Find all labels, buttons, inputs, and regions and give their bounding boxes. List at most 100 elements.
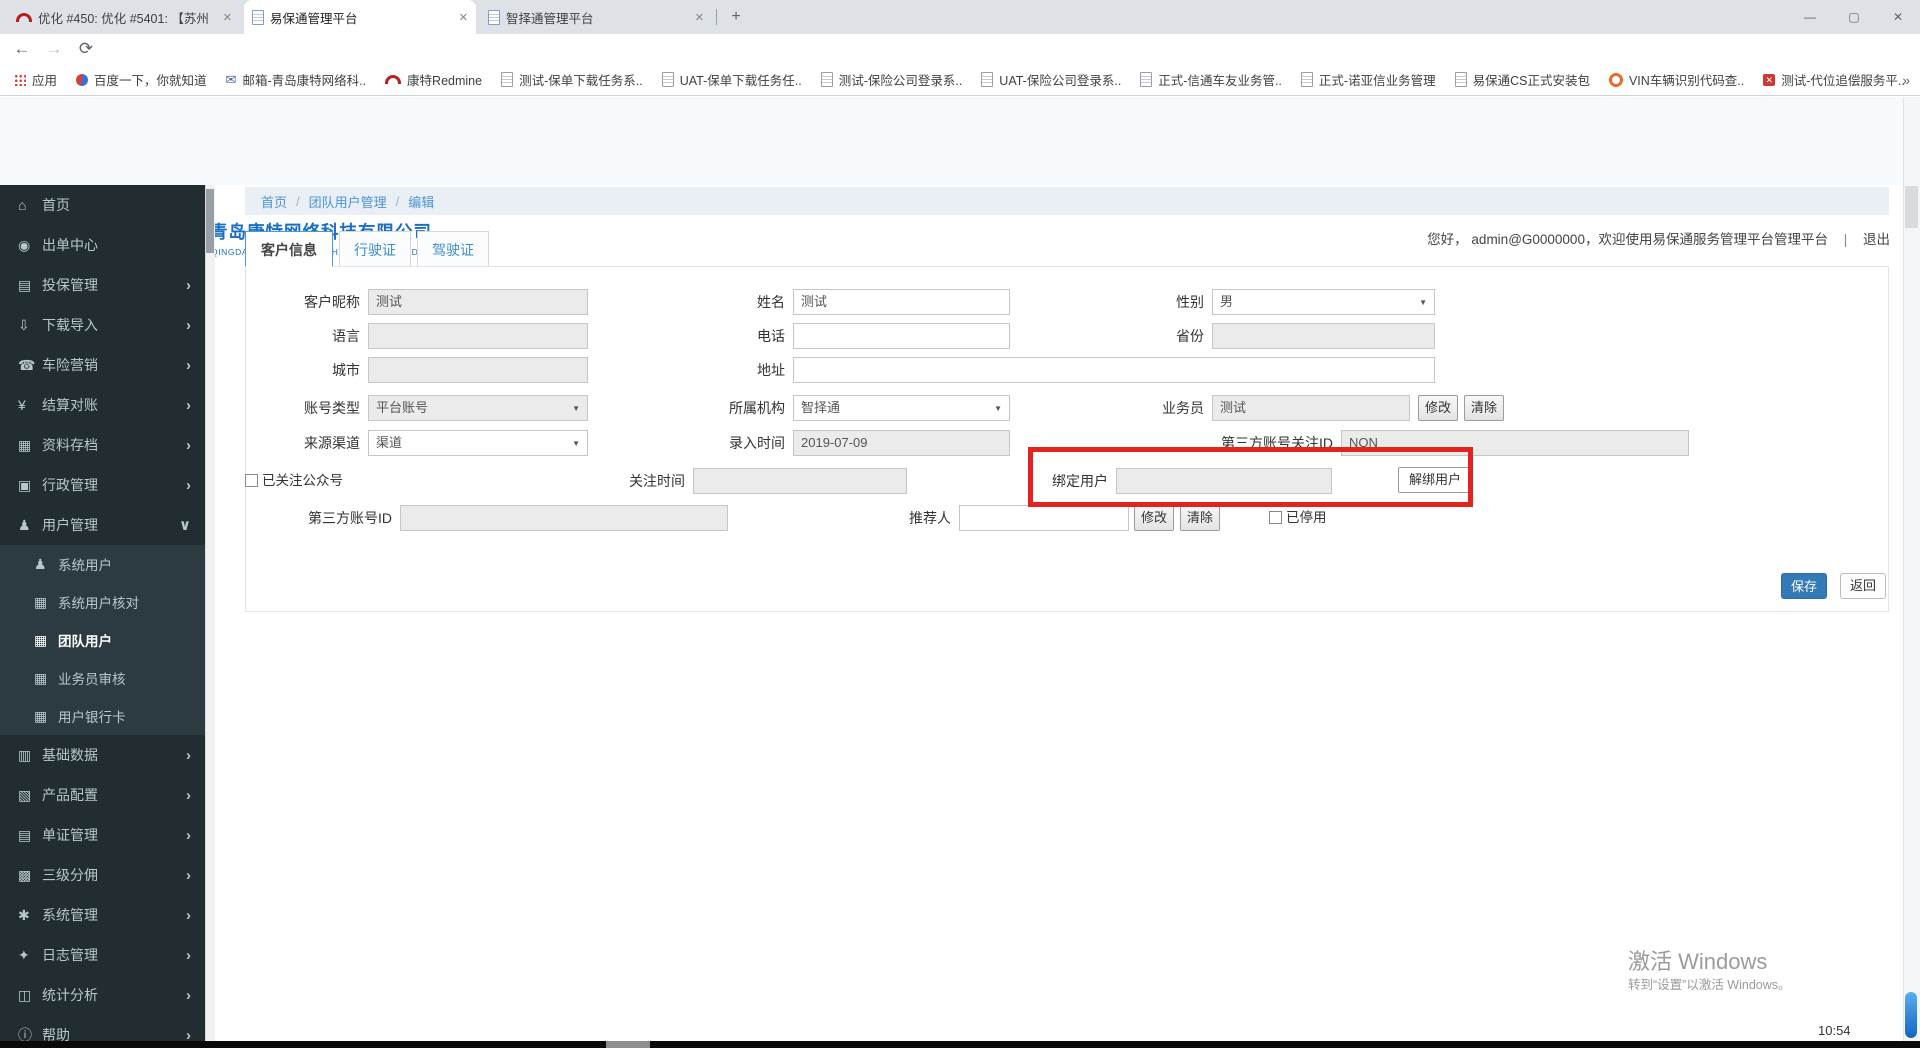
- page-scrollbar-arrow[interactable]: [1905, 186, 1918, 228]
- bookmark-item[interactable]: 测试-保险公司登录系..: [820, 70, 962, 89]
- disabled-checkbox-label: 已停用: [1286, 510, 1327, 525]
- gender-select[interactable]: 男 ▼: [1212, 289, 1435, 315]
- chart-icon: ◫: [18, 986, 32, 1003]
- sidebar-item-commission[interactable]: ▩ 三级分佣 ›: [0, 855, 205, 895]
- referrer-modify-button[interactable]: 修改: [1134, 505, 1174, 531]
- sidebar-item-log-mgmt[interactable]: ✦ 日志管理 ›: [0, 935, 205, 975]
- tab-driver-license[interactable]: 驾驶证: [417, 231, 489, 267]
- tab-title: 易保通管理平台: [270, 11, 358, 26]
- bookmark-mail[interactable]: ✉ 邮箱-青岛康特网络科..: [226, 70, 367, 89]
- page-icon: [981, 72, 994, 87]
- province-field: [1212, 323, 1435, 349]
- globe-icon: ◉: [18, 236, 31, 253]
- page-icon: [1454, 72, 1467, 87]
- chevron-right-icon: ›: [186, 786, 191, 804]
- bookmark-item[interactable]: UAT-保单下载任务任..: [661, 70, 802, 89]
- page-favicon-icon: [252, 9, 264, 25]
- sidebar-item-product-config[interactable]: ▧ 产品配置 ›: [0, 775, 205, 815]
- tab-close-icon[interactable]: ✕: [695, 11, 704, 24]
- name-label: 姓名: [757, 294, 785, 310]
- sidebar-item-admin-mgmt[interactable]: ▣ 行政管理 ›: [0, 465, 205, 505]
- window-maximize-button[interactable]: ▢: [1832, 0, 1876, 34]
- logout-link[interactable]: 退出: [1863, 232, 1890, 247]
- bookmark-item[interactable]: 测试-保单下载任务系..: [501, 70, 643, 89]
- nickname-label: 客户昵称: [304, 294, 360, 310]
- grid-icon: ▦: [34, 707, 48, 724]
- tab-close-icon[interactable]: ✕: [223, 11, 232, 24]
- org-select[interactable]: 智择通 ▼: [793, 395, 1010, 421]
- sidebar-item-home[interactable]: ⌂ 首页: [0, 185, 205, 225]
- new-tab-button[interactable]: +: [724, 5, 748, 29]
- sidebar-item-salesman-review[interactable]: ▦ 业务员审核: [0, 659, 205, 697]
- grid-icon: ▦: [34, 669, 48, 686]
- sidebar-item-base-data[interactable]: ▥ 基础数据 ›: [0, 735, 205, 775]
- window-close-button[interactable]: ✕: [1876, 0, 1920, 34]
- bookmarks-overflow-icon[interactable]: »: [1902, 72, 1910, 88]
- followed-checkbox[interactable]: [245, 474, 258, 487]
- document-icon: ▤: [18, 826, 32, 843]
- entry-time-label: 录入时间: [729, 435, 785, 451]
- reload-icon[interactable]: ⟳: [72, 34, 100, 64]
- bookmark-item[interactable]: 正式-诺亚信业务管理: [1300, 70, 1436, 89]
- back-button[interactable]: 返回: [1840, 573, 1886, 599]
- sidebar-item-cert-mgmt[interactable]: ▤ 单证管理 ›: [0, 815, 205, 855]
- address-field[interactable]: [793, 357, 1435, 383]
- browser-tab-yibaotong[interactable]: 易保通管理平台 ✕: [244, 0, 476, 34]
- user-greeting: 您好， admin@G0000000，欢迎使用易保通服务管理平台管理平台 | 退…: [1427, 228, 1890, 248]
- page-icon: [501, 72, 514, 87]
- tab-close-icon[interactable]: ✕: [459, 11, 468, 24]
- page-icon: [1300, 72, 1313, 87]
- caret-down-icon: ▼: [572, 404, 580, 413]
- referrer-field[interactable]: [959, 505, 1129, 531]
- browser-tab-zhizetong[interactable]: 智择通管理平台 ✕: [480, 0, 712, 34]
- browser-window: 优化 #450: 优化 #5401: 【苏州 ✕ 易保通管理平台 ✕ 智择通管理…: [0, 0, 1920, 1048]
- bookmark-item[interactable]: UAT-保险公司登录系..: [981, 70, 1121, 89]
- sidebar-item-system-mgmt[interactable]: ✱ 系统管理 ›: [0, 895, 205, 935]
- sidebar-item-system-user-check[interactable]: ▦ 系统用户核对: [0, 583, 205, 621]
- source-select[interactable]: 渠道 ▼: [368, 430, 588, 456]
- back-icon[interactable]: ←: [8, 34, 36, 64]
- window-minimize-button[interactable]: —: [1788, 0, 1832, 34]
- browser-tab-redmine[interactable]: 优化 #450: 优化 #5401: 【苏州 ✕: [8, 0, 240, 34]
- tab-title: 智择通管理平台: [506, 11, 594, 26]
- bookmarks-bar: 应用 百度一下，你就知道 ✉ 邮箱-青岛康特网络科.. 康特Redmine 测试-…: [0, 64, 1920, 96]
- breadcrumb-home[interactable]: 首页: [261, 192, 287, 211]
- bookmark-vin[interactable]: VIN车辆识别代码查..: [1608, 70, 1744, 89]
- tab-customer-info[interactable]: 客户信息: [245, 231, 333, 267]
- phone-label: 电话: [757, 328, 785, 344]
- forward-icon[interactable]: →: [40, 34, 68, 64]
- breadcrumb-section[interactable]: 团队用户管理: [309, 192, 387, 211]
- sidebar-scrollbar-thumb[interactable]: [206, 189, 214, 253]
- chevron-right-icon: ›: [186, 826, 191, 844]
- sidebar-item-issue-center[interactable]: ◉ 出单中心: [0, 225, 205, 265]
- page-icon: [820, 72, 833, 87]
- briefcase-icon: ▣: [18, 476, 32, 493]
- referrer-label: 推荐人: [909, 510, 951, 526]
- page-scrollbar-thumb[interactable]: [1905, 992, 1917, 1038]
- salesman-label: 业务员: [1162, 400, 1204, 416]
- followed-checkbox-label: 已关注公众号: [262, 473, 343, 488]
- save-button[interactable]: 保存: [1781, 573, 1827, 599]
- disabled-checkbox[interactable]: [1269, 511, 1282, 524]
- chevron-right-icon: ›: [186, 866, 191, 884]
- breadcrumb-page[interactable]: 编辑: [408, 192, 434, 211]
- third-account-id-label: 第三方账号ID: [308, 510, 392, 526]
- bookmark-baidu[interactable]: 百度一下，你就知道: [76, 70, 207, 89]
- salesman-clear-button[interactable]: 清除: [1464, 395, 1504, 421]
- sidebar-item-system-users[interactable]: ♟ 系统用户: [0, 545, 205, 583]
- bookmark-daiwei[interactable]: ✕ 测试-代位追偿服务平..: [1763, 70, 1905, 89]
- sidebar-item-team-users[interactable]: ▦ 团队用户: [0, 621, 205, 659]
- phone-field[interactable]: [793, 323, 1010, 349]
- page-scrollbar[interactable]: [1903, 97, 1920, 1048]
- tab-vehicle-license[interactable]: 行驶证: [339, 231, 411, 267]
- bookmark-redmine[interactable]: 康特Redmine: [385, 70, 482, 89]
- name-field[interactable]: 测试: [793, 289, 1010, 315]
- bookmark-item[interactable]: 易保通CS正式安装包: [1454, 70, 1590, 89]
- sidebar-item-user-bankcard[interactable]: ▦ 用户银行卡: [0, 697, 205, 735]
- salesman-modify-button[interactable]: 修改: [1418, 395, 1458, 421]
- sidebar-item-user-mgmt[interactable]: ♟ 用户管理 ∨: [0, 505, 205, 545]
- bookmark-item[interactable]: 正式-信通车友业务管..: [1140, 70, 1282, 89]
- bookmark-apps[interactable]: 应用: [14, 70, 57, 89]
- sidebar-item-statistics[interactable]: ◫ 统计分析 ›: [0, 975, 205, 1015]
- referrer-clear-button[interactable]: 清除: [1180, 505, 1220, 531]
